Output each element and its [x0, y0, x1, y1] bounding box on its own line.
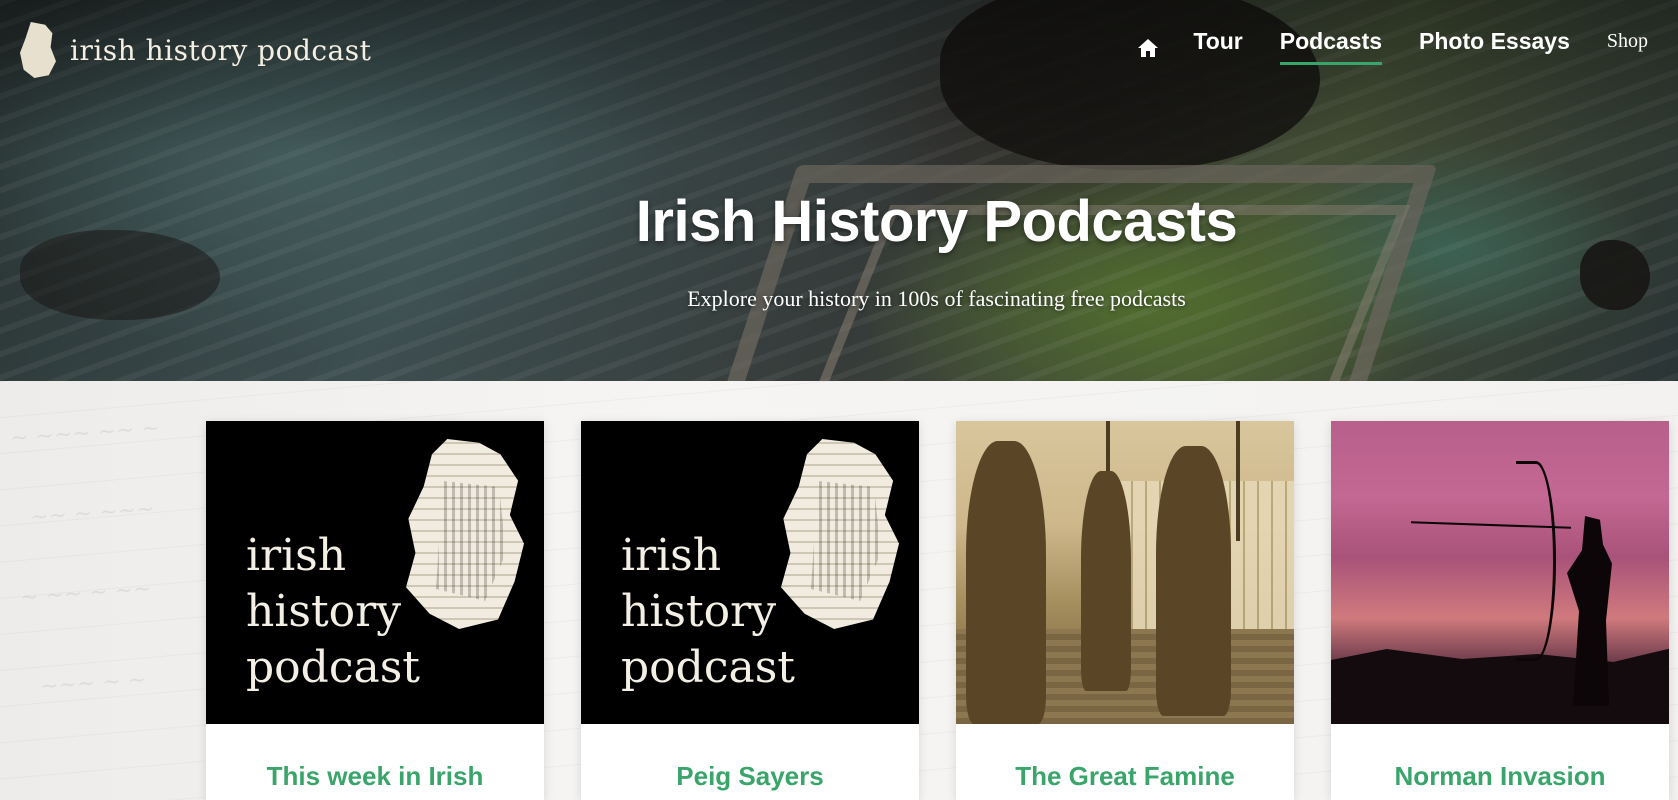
podcast-card[interactable]: Norman Invasion	[1331, 421, 1669, 800]
podcast-card-title[interactable]: This week in Irish	[206, 724, 544, 795]
wordmark-line: podcast	[246, 642, 420, 693]
podcast-card-image[interactable]	[956, 421, 1294, 724]
podcast-card[interactable]: irish history podcast This week in Irish	[206, 421, 544, 800]
nav-item-tour[interactable]: Tour	[1193, 28, 1242, 61]
site-logo[interactable]: irish history podcast	[20, 22, 371, 78]
wordmark-line: irish	[246, 530, 347, 581]
background-script-texture: ~ ~~ ~ ~~	[19, 576, 153, 611]
page-title: Irish History Podcasts	[635, 189, 1238, 254]
nav-item-photo-essays[interactable]: Photo Essays	[1419, 28, 1570, 61]
background-script-texture: ~~ ~ ~~~	[29, 496, 156, 531]
logo-text: irish history podcast	[70, 33, 372, 67]
statue-figure	[1081, 471, 1131, 691]
podcast-card[interactable]: irish history podcast Peig Sayers	[581, 421, 919, 800]
statue-figure	[1156, 446, 1231, 716]
page-subtitle: Explore your history in 100s of fascinat…	[687, 286, 1186, 311]
wordmark-line: irish	[621, 530, 722, 581]
background-script-texture: ~~~ ~ ~	[39, 667, 147, 700]
background-script-texture: ~ ~~~ ~~ ~	[9, 415, 161, 452]
podcast-card-image[interactable]: irish history podcast	[581, 421, 919, 724]
tree-graphic	[1236, 421, 1240, 541]
podcast-card-image[interactable]	[1331, 421, 1669, 724]
main-navigation: Tour Podcasts Photo Essays Shop	[1137, 28, 1648, 65]
podcast-card-title[interactable]: Norman Invasion	[1331, 724, 1669, 795]
nav-item-shop[interactable]: Shop	[1607, 30, 1648, 59]
podcast-card-image[interactable]: irish history podcast	[206, 421, 544, 724]
ireland-map-logo-icon	[20, 22, 56, 78]
bow-graphic	[1516, 461, 1556, 661]
podcast-card[interactable]: The Great Famine	[956, 421, 1294, 800]
podcast-card-title[interactable]: Peig Sayers	[581, 724, 919, 795]
nav-item-podcasts[interactable]: Podcasts	[1279, 28, 1383, 65]
home-icon[interactable]	[1137, 38, 1159, 58]
wordmark-line: history	[621, 586, 777, 637]
podcast-card-title[interactable]: The Great Famine	[956, 724, 1294, 795]
statue-figure	[966, 441, 1046, 724]
podcast-wordmark: irish history podcast	[621, 528, 795, 696]
wordmark-line: podcast	[621, 642, 795, 693]
wordmark-line: history	[246, 586, 402, 637]
hero-banner: irish history podcast Tour Podcasts Phot…	[0, 0, 1678, 381]
podcast-wordmark: irish history podcast	[246, 528, 420, 696]
hill-silhouette	[1331, 644, 1669, 724]
